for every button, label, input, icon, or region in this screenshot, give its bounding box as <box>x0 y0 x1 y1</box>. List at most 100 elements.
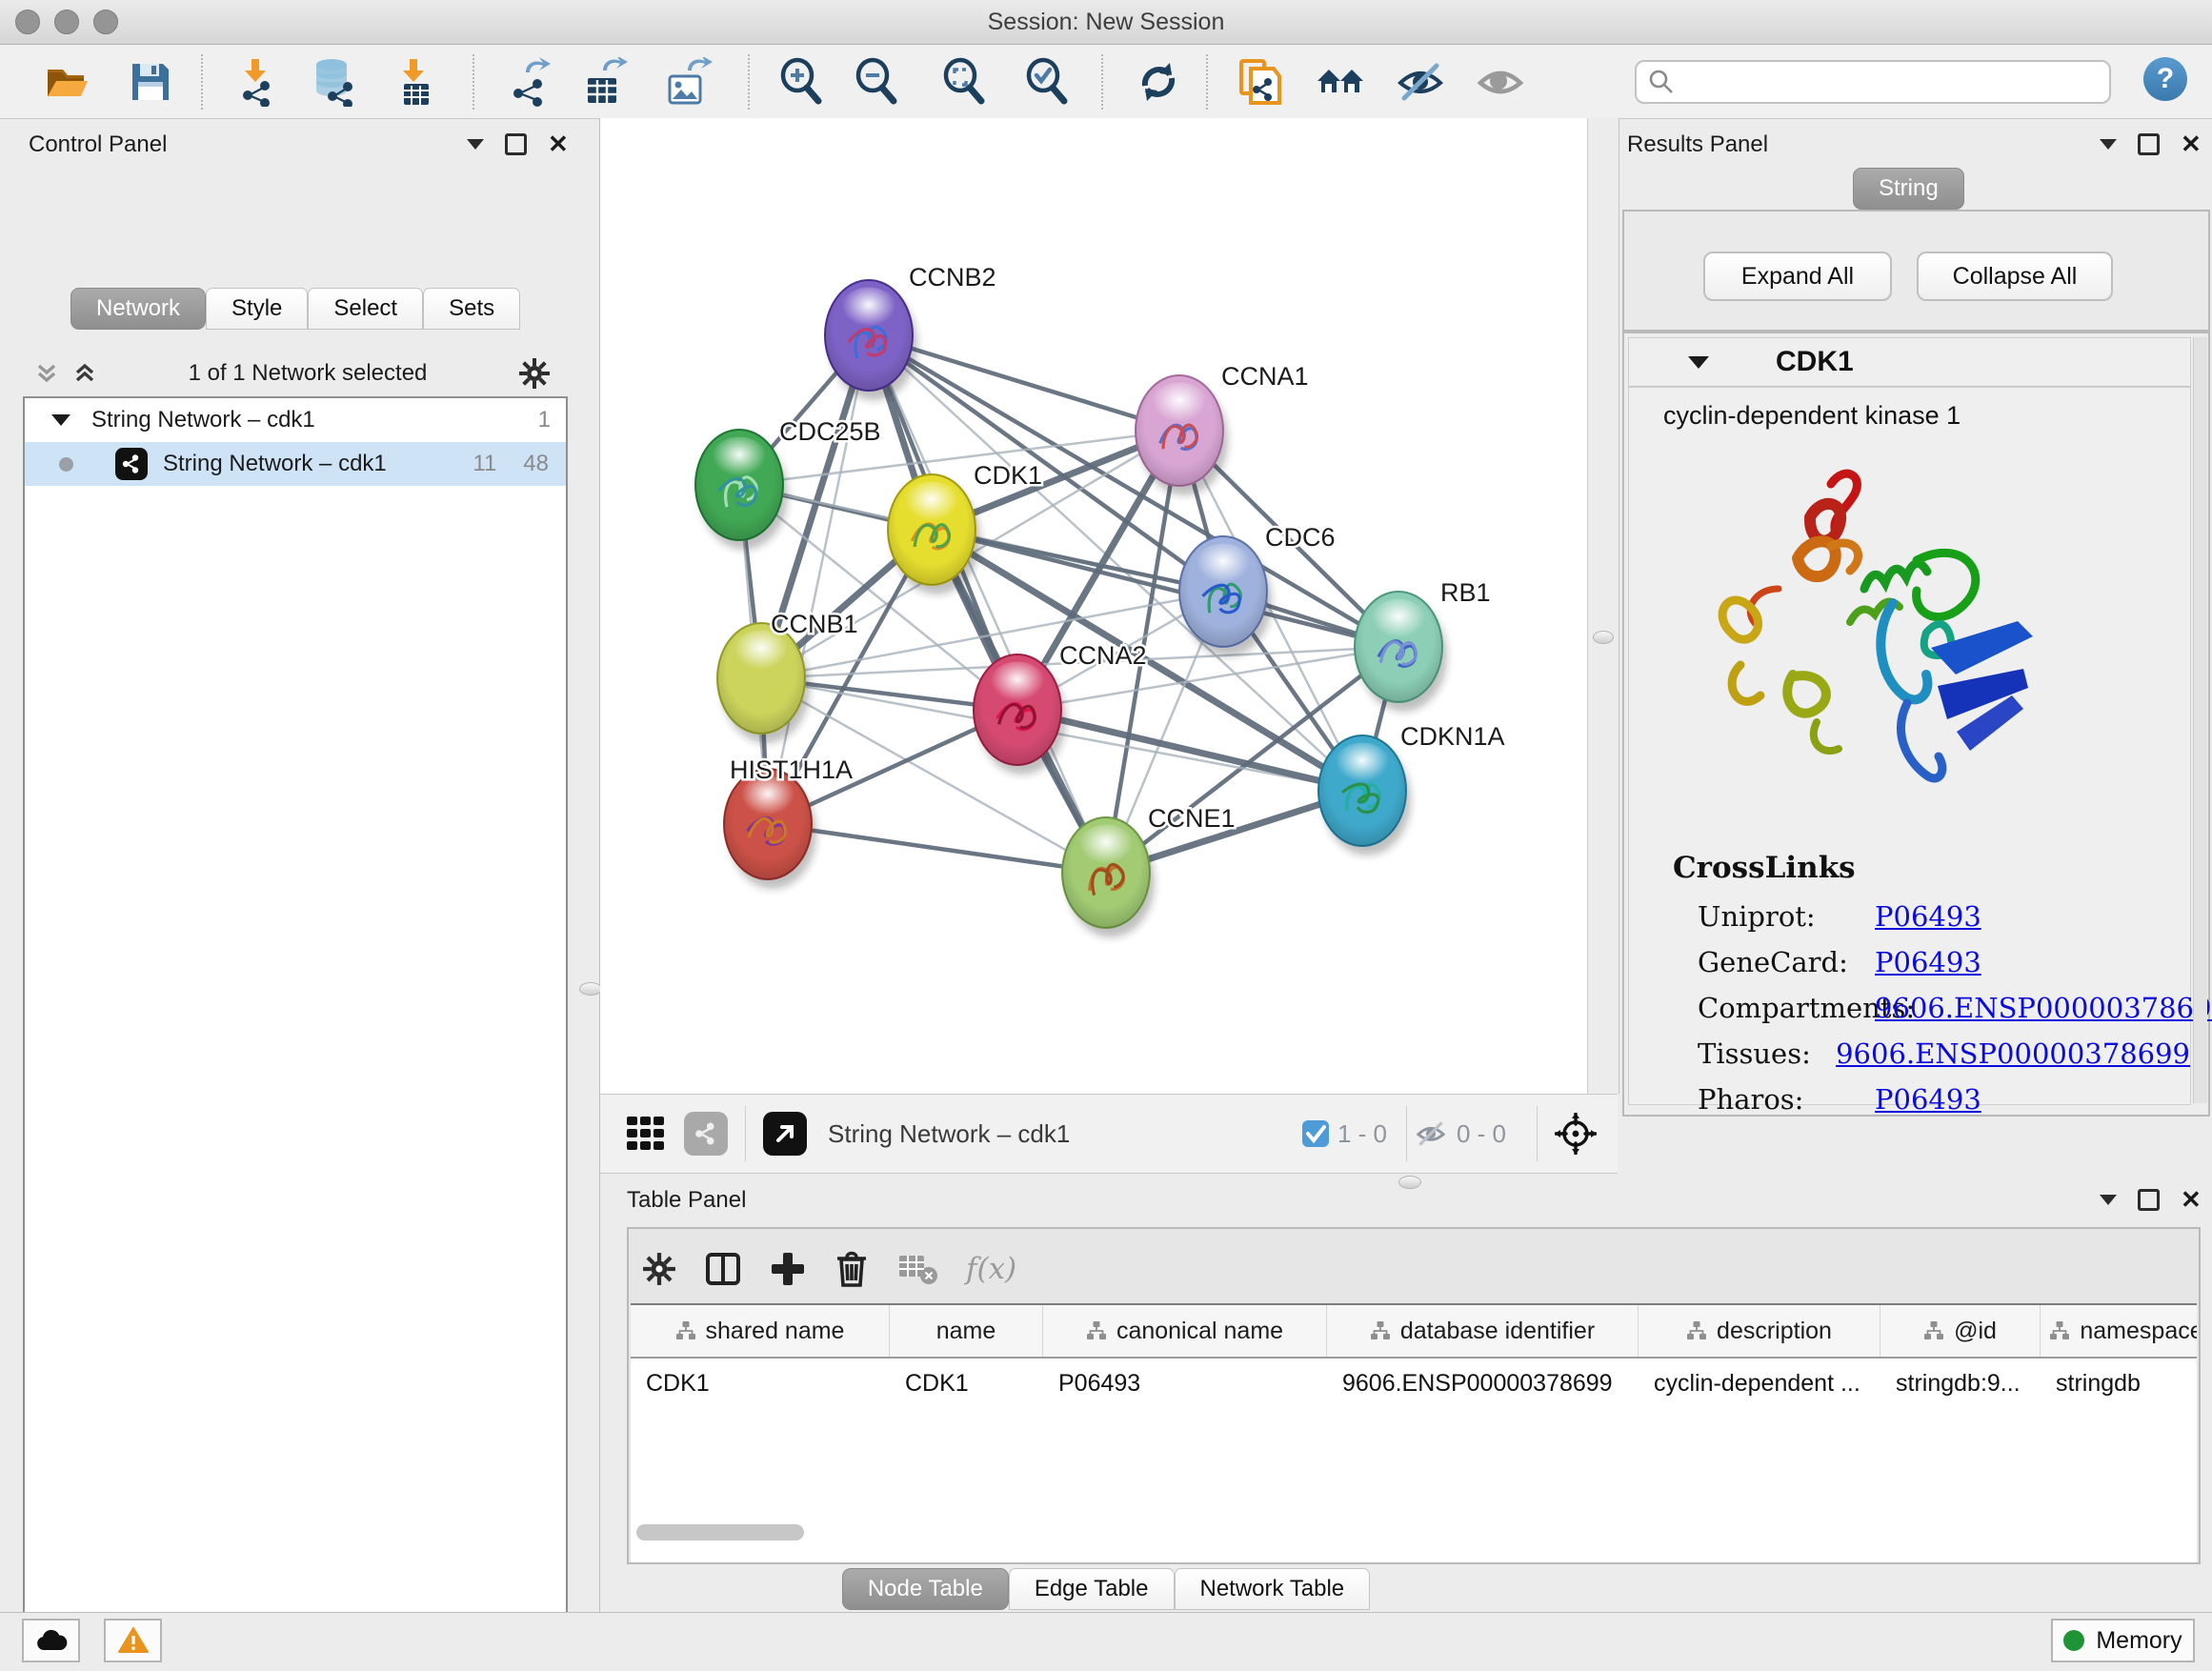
tab-select[interactable]: Select <box>308 288 423 330</box>
export-image-button[interactable] <box>662 56 714 108</box>
search-input[interactable] <box>1635 60 2111 104</box>
tab-string[interactable]: String <box>1853 168 1964 210</box>
cell-shared-name[interactable]: CDK1 <box>631 1370 890 1398</box>
network-edge-CCNA2-CDKN1A[interactable] <box>1017 710 1362 791</box>
selected-checkbox-icon[interactable] <box>1301 1119 1330 1148</box>
panel-splitter-handle[interactable] <box>579 982 602 996</box>
crosslink-link[interactable]: P06493 <box>1875 1083 1981 1116</box>
cell-name[interactable]: CDK1 <box>890 1370 1043 1398</box>
hidden-eye-slash-icon[interactable] <box>1413 1117 1449 1150</box>
network-collection-row[interactable]: String Network – cdk1 1 <box>25 398 566 442</box>
expand-all-button[interactable]: Expand All <box>1703 252 1892 301</box>
panel-splitter-handle[interactable] <box>1593 631 1614 644</box>
network-node-CCNB2[interactable]: CCNB2 <box>825 263 996 400</box>
home-button[interactable] <box>1315 56 1366 108</box>
network-row[interactable]: String Network – cdk1 11 48 <box>25 442 566 486</box>
export-network-button[interactable] <box>504 56 555 108</box>
zoom-fit-button[interactable] <box>938 56 990 108</box>
network-node-CDK1[interactable]: CDK1 <box>888 461 1042 594</box>
cell-namespace[interactable]: stringdb <box>2041 1370 2197 1398</box>
close-panel-icon[interactable]: ✕ <box>2181 1187 2202 1212</box>
network-edge-CCNB2-CCNE1[interactable] <box>869 335 1106 873</box>
network-graph[interactable]: CCNB2CCNA1CDC25BCDK1CDC6RB1CCNB1CCNA2CDK… <box>600 118 1587 1094</box>
network-node-CDKN1A[interactable]: CDKN1A <box>1318 722 1505 856</box>
results-scrollbar[interactable] <box>2193 337 2207 1103</box>
warnings-button[interactable] <box>104 1619 162 1662</box>
cell-description[interactable]: cyclin-dependent ... <box>1639 1370 1880 1398</box>
tab-sets[interactable]: Sets <box>423 288 520 330</box>
network-node-CCNE1[interactable]: CCNE1 <box>1062 804 1236 937</box>
crosslink-link[interactable]: P06493 <box>1875 946 1981 978</box>
column-header-@id[interactable]: @id <box>1880 1305 2041 1357</box>
zoom-out-button[interactable] <box>851 56 902 108</box>
network-edge-CCNB2-HIST1H1A[interactable] <box>768 335 869 824</box>
network-edges[interactable] <box>739 335 1398 873</box>
search-field[interactable] <box>1675 64 2109 100</box>
panel-menu-icon[interactable] <box>2100 1195 2117 1205</box>
delete-table-icon[interactable] <box>897 1252 937 1286</box>
network-node-RB1[interactable]: RB1 <box>1355 578 1491 712</box>
cell-@id[interactable]: stringdb:9... <box>1880 1370 2041 1398</box>
tab-network[interactable]: Network <box>70 288 206 330</box>
cloud-status-button[interactable] <box>22 1619 80 1662</box>
network-node-HIST1H1A[interactable]: HIST1H1A <box>724 755 853 889</box>
float-panel-icon[interactable] <box>2138 1189 2160 1211</box>
panel-menu-icon[interactable] <box>467 139 484 150</box>
column-header-description[interactable]: description <box>1639 1305 1880 1357</box>
show-columns-icon[interactable] <box>705 1251 741 1287</box>
entry-expander-icon[interactable] <box>1688 356 1709 369</box>
refresh-button[interactable] <box>1133 56 1184 108</box>
column-header-database-identifier[interactable]: database identifier <box>1327 1305 1639 1357</box>
network-node-CDC6[interactable]: CDC6 <box>1179 523 1336 656</box>
export-table-button[interactable] <box>579 56 631 108</box>
crosshair-icon[interactable] <box>1555 1113 1597 1155</box>
network-canvas[interactable]: CCNB2CCNA1CDC25BCDK1CDC6RB1CCNB1CCNA2CDK… <box>600 118 1587 1094</box>
first-neighbors-button[interactable] <box>1235 56 1286 108</box>
float-panel-icon[interactable] <box>2138 133 2160 155</box>
help-button[interactable]: ? <box>2143 57 2187 101</box>
grid-view-icon[interactable] <box>625 1113 667 1155</box>
cell-canonical-name[interactable]: P06493 <box>1043 1370 1327 1398</box>
gear-icon[interactable] <box>518 357 551 390</box>
import-network-button[interactable] <box>231 56 283 108</box>
network-node-CCNA2[interactable]: CCNA2 <box>974 641 1147 775</box>
zoom-in-button[interactable] <box>775 56 827 108</box>
crosslink-link[interactable]: 9606.ENSP00000378699 <box>1875 992 2212 1024</box>
collapse-all-icon[interactable] <box>34 361 59 386</box>
expand-all-icon[interactable] <box>72 361 97 386</box>
network-edge-HIST1H1A-CCNE1[interactable] <box>768 824 1106 873</box>
function-builder-button[interactable]: f(x) <box>966 1252 1016 1286</box>
float-panel-icon[interactable] <box>505 133 527 155</box>
table-horizontal-scrollbar[interactable] <box>636 1524 804 1540</box>
tab-network-table[interactable]: Network Table <box>1175 1568 1371 1610</box>
cell-database-identifier[interactable]: 9606.ENSP00000378699 <box>1327 1370 1639 1398</box>
import-database-button[interactable] <box>310 56 361 108</box>
network-node-CDC25B[interactable]: CDC25B <box>695 417 881 550</box>
crosslink-link[interactable]: 9606.ENSP00000378699 <box>1836 1037 2190 1070</box>
crosslink-link[interactable]: P06493 <box>1875 900 1981 933</box>
table-row[interactable]: CDK1CDK1P064939606.ENSP00000378699cyclin… <box>631 1359 2197 1408</box>
gear-icon[interactable] <box>642 1252 676 1286</box>
close-panel-icon[interactable]: ✕ <box>548 131 569 156</box>
birdseye-toggle-icon[interactable] <box>763 1112 807 1156</box>
tab-edge-table[interactable]: Edge Table <box>1009 1568 1175 1610</box>
add-column-icon[interactable] <box>770 1251 806 1287</box>
open-session-button[interactable] <box>42 56 93 108</box>
collection-expander-icon[interactable] <box>51 414 70 426</box>
show-all-button[interactable] <box>1475 56 1526 108</box>
network-type-badge-icon[interactable] <box>684 1112 728 1156</box>
panel-menu-icon[interactable] <box>2100 139 2117 150</box>
delete-column-icon[interactable] <box>835 1250 869 1288</box>
collapse-all-button[interactable]: Collapse All <box>1917 252 2113 301</box>
network-node-CCNB1[interactable]: CCNB1 <box>717 610 858 743</box>
column-header-canonical-name[interactable]: canonical name <box>1043 1305 1327 1357</box>
column-header-name[interactable]: name <box>890 1305 1043 1357</box>
cdk1-entry-header[interactable]: CDK1 <box>1628 337 2191 388</box>
import-table-button[interactable] <box>390 56 441 108</box>
save-session-button[interactable] <box>125 56 176 108</box>
close-panel-icon[interactable]: ✕ <box>2181 131 2202 156</box>
tab-node-table[interactable]: Node Table <box>842 1568 1009 1610</box>
network-nodes[interactable]: CCNB2CCNA1CDC25BCDK1CDC6RB1CCNB1CCNA2CDK… <box>695 263 1505 937</box>
zoom-selected-button[interactable] <box>1021 56 1073 108</box>
column-header-namespace[interactable]: namespace <box>2041 1305 2197 1357</box>
